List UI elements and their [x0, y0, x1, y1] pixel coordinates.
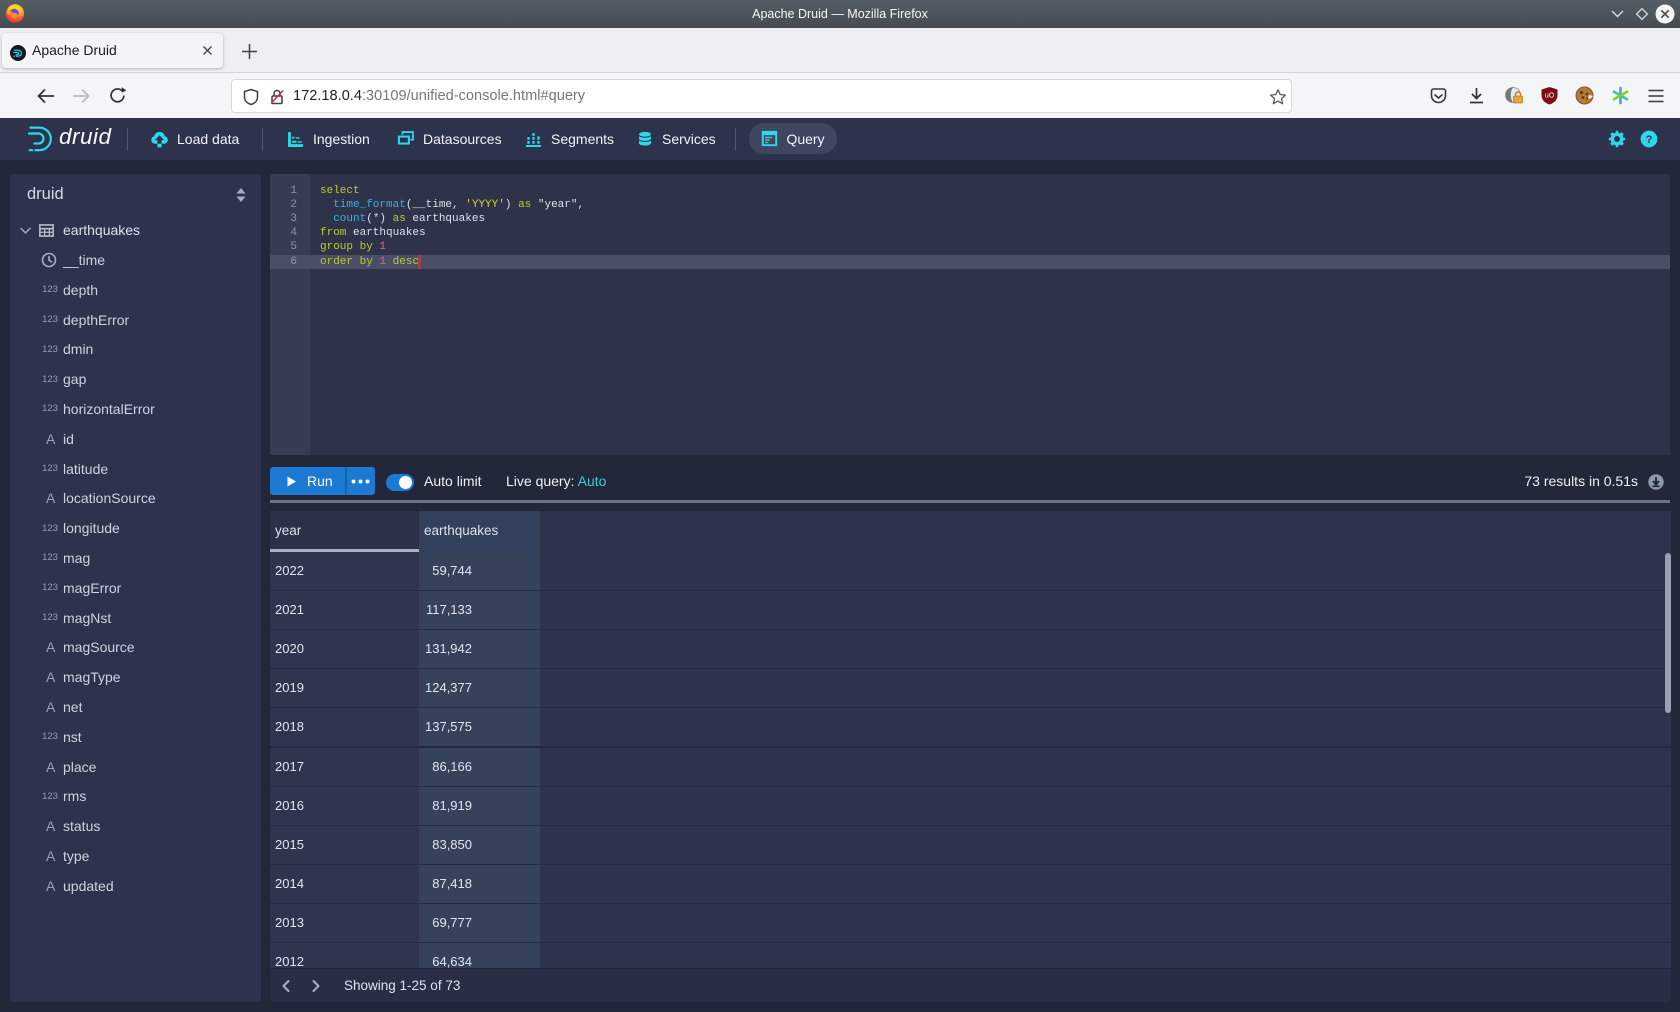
svg-text:?: ?	[1646, 134, 1653, 146]
svg-text:uO: uO	[1545, 93, 1555, 100]
